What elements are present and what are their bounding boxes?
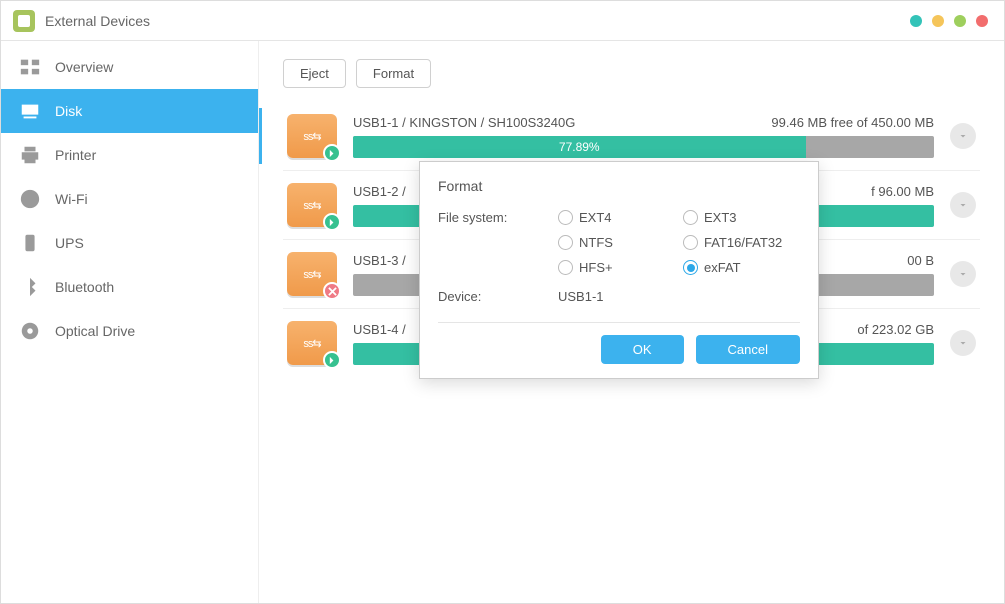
wifi-icon <box>19 188 41 210</box>
sidebar-item-label: Overview <box>55 59 113 75</box>
sidebar-item-optical-drive[interactable]: Optical Drive <box>1 309 258 353</box>
printer-icon <box>19 144 41 166</box>
window-dot-red[interactable] <box>976 15 988 27</box>
sidebar-item-label: UPS <box>55 235 84 251</box>
filesystem-label: EXT3 <box>704 210 737 225</box>
usage-fill: 77.89% <box>353 136 806 158</box>
device-free: 99.46 MB free of 450.00 MB <box>771 115 934 130</box>
filesystem-label: EXT4 <box>579 210 612 225</box>
sidebar-item-label: Printer <box>55 147 96 163</box>
drive-icon <box>287 183 337 227</box>
radio-icon <box>558 210 573 225</box>
device-label: Device: <box>438 289 558 304</box>
format-button[interactable]: Format <box>356 59 431 88</box>
expand-button[interactable] <box>950 192 976 218</box>
cancel-button[interactable]: Cancel <box>696 335 800 364</box>
filesystem-option-ntfs[interactable]: NTFS <box>558 235 675 250</box>
drive-status-badge <box>323 282 341 300</box>
device-name: USB1-4 / <box>353 322 406 337</box>
device-name: USB1-2 / <box>353 184 406 199</box>
app-icon <box>13 10 35 32</box>
window-dot-green[interactable] <box>954 15 966 27</box>
radio-icon <box>558 260 573 275</box>
eject-button[interactable]: Eject <box>283 59 346 88</box>
filesystem-label: HFS+ <box>579 260 613 275</box>
device-free: of 223.02 GB <box>857 322 934 337</box>
file-system-label: File system: <box>438 210 558 275</box>
device-free: 00 B <box>907 253 934 268</box>
window-dot-teal[interactable] <box>910 15 922 27</box>
device-name: USB1-3 / <box>353 253 406 268</box>
filesystem-option-hfs[interactable]: HFS+ <box>558 260 675 275</box>
ups-icon <box>19 232 41 254</box>
filesystem-label: FAT16/FAT32 <box>704 235 782 250</box>
overview-icon <box>19 56 41 78</box>
expand-button[interactable] <box>950 330 976 356</box>
device-value: USB1-1 <box>558 289 604 304</box>
drive-status-badge <box>323 213 341 231</box>
sidebar-item-disk[interactable]: Disk <box>1 89 258 133</box>
ok-button[interactable]: OK <box>601 335 684 364</box>
drive-icon <box>287 252 337 296</box>
titlebar: External Devices <box>1 1 1004 41</box>
device-free: f 96.00 MB <box>871 184 934 199</box>
filesystem-label: exFAT <box>704 260 741 275</box>
radio-icon <box>683 235 698 250</box>
toolbar: Eject Format <box>283 59 980 88</box>
drive-icon <box>287 321 337 365</box>
filesystem-option-exfat[interactable]: exFAT <box>683 260 800 275</box>
filesystem-option-ext3[interactable]: EXT3 <box>683 210 800 225</box>
window-title: External Devices <box>45 13 150 29</box>
sidebar-item-overview[interactable]: Overview <box>1 45 258 89</box>
sidebar: Overview Disk Printer Wi-Fi UPS Bluetoot… <box>1 41 259 603</box>
filesystem-option-ext4[interactable]: EXT4 <box>558 210 675 225</box>
sidebar-item-printer[interactable]: Printer <box>1 133 258 177</box>
expand-button[interactable] <box>950 261 976 287</box>
drive-status-badge <box>323 351 341 369</box>
sidebar-item-label: Disk <box>55 103 82 119</box>
radio-icon <box>558 235 573 250</box>
drive-icon <box>287 114 337 158</box>
traffic-lights <box>910 15 988 27</box>
filesystem-option-fat[interactable]: FAT16/FAT32 <box>683 235 800 250</box>
drive-status-badge <box>323 144 341 162</box>
sidebar-item-ups[interactable]: UPS <box>1 221 258 265</box>
sidebar-item-label: Optical Drive <box>55 323 135 339</box>
sidebar-item-wifi[interactable]: Wi-Fi <box>1 177 258 221</box>
device-row[interactable]: USB1-1 / KINGSTON / SH100S3240G 99.46 MB … <box>283 102 980 170</box>
usage-bar: 77.89% <box>353 136 934 158</box>
radio-icon <box>683 260 698 275</box>
dialog-title: Format <box>438 178 800 194</box>
window-dot-yellow[interactable] <box>932 15 944 27</box>
format-dialog: Format File system: EXT4 EXT3 NTFS FAT16/FA… <box>419 161 819 379</box>
filesystem-label: NTFS <box>579 235 613 250</box>
radio-icon <box>683 210 698 225</box>
sidebar-item-bluetooth[interactable]: Bluetooth <box>1 265 258 309</box>
device-name: USB1-1 / KINGSTON / SH100S3240G <box>353 115 575 130</box>
bluetooth-icon <box>19 276 41 298</box>
sidebar-item-label: Bluetooth <box>55 279 114 295</box>
sidebar-item-label: Wi-Fi <box>55 191 88 207</box>
expand-button[interactable] <box>950 123 976 149</box>
optical-drive-icon <box>19 320 41 342</box>
disk-icon <box>19 100 41 122</box>
